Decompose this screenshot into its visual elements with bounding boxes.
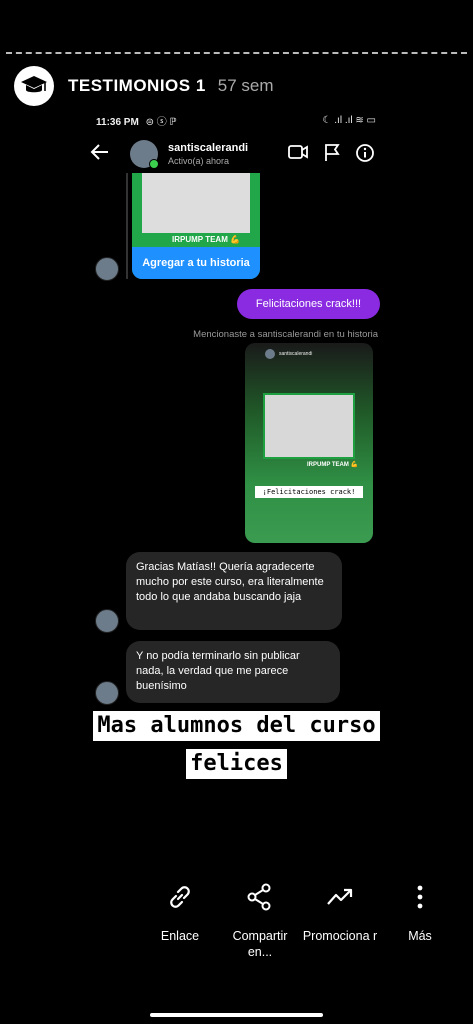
shared-story-user: santiscalerandi [279,351,313,357]
add-to-story-button[interactable]: Agregar a tu historia [132,247,260,279]
sender-avatar [95,609,119,633]
promote-label: Promociona r [302,929,378,943]
video-call-icon[interactable] [288,144,308,167]
story-time: 57 sem [217,76,274,95]
link-label: Enlace [160,929,200,943]
more-button[interactable]: Más [380,880,460,960]
received-message-bubble[interactable]: Gracias Matías!! Quería agradecerte much… [126,552,342,630]
story-actions-bar: Enlace Compartir en... Promociona r Más [140,880,460,960]
caption-line-2: felices [186,749,287,779]
share-icon [245,880,275,914]
team-label: IRPUMP TEAM 💪 [172,235,241,244]
online-indicator [149,159,159,169]
chat-username[interactable]: santiscalerandi [168,142,248,154]
flag-icon[interactable] [324,144,340,167]
story-caption: Mas alumnos del curso felices [0,711,473,779]
certificate-image [142,173,250,233]
home-indicator[interactable] [150,1013,323,1017]
story-title: TESTIMONIOS 1 [68,76,206,95]
shared-story-preview[interactable]: santiscalerandi IRPUMP TEAM 💪 ¡Felicitac… [245,343,373,543]
team-label: IRPUMP TEAM 💪 [307,462,359,468]
more-label: Más [408,929,432,943]
story-header: TESTIMONIOS 1 57 sem [14,66,274,106]
story-reply-rail [126,173,128,279]
back-arrow-icon[interactable] [90,143,116,165]
story-sticker-text: ¡Felicitaciones crack! [255,486,363,498]
caption-line-1: Mas alumnos del curso [93,711,380,741]
chat-header: santiscalerandi Activo(a) ahora [90,138,380,170]
trending-up-icon [325,880,355,914]
certificate-image [263,393,355,459]
link-icon [165,880,195,914]
phone-status-bar: 11:36 PM ⊜ ⓢ ℙ ☾ .ıl .ıl ≋ ▭ [96,112,376,128]
graduation-cap-icon[interactable] [14,66,54,106]
more-vertical-icon [415,880,425,914]
share-button[interactable]: Compartir en... [220,880,300,960]
share-label: Compartir en... [232,929,288,959]
promote-button[interactable]: Promociona r [300,880,380,960]
sent-message-bubble[interactable]: Felicitaciones crack!!! [237,289,380,319]
chat-status: Activo(a) ahora [168,156,230,166]
mention-note: Mencionaste a santiscalerandi en tu hist… [193,329,378,340]
chat-avatar[interactable] [130,140,159,169]
story-preview[interactable]: IRPUMP TEAM 💪 Agregar a tu historia [132,173,260,279]
system-icons: ☾ .ıl .ıl ≋ ▭ [322,114,376,126]
story-progress-bar [6,52,467,54]
sender-avatar [95,257,119,281]
received-message-bubble[interactable]: Y no podía terminarlo sin publicar nada,… [126,641,340,703]
shared-story-avatar [265,349,275,359]
link-button[interactable]: Enlace [140,880,220,960]
notification-icons: ⊜ ⓢ ℙ [145,116,177,128]
info-icon[interactable] [356,144,374,167]
sender-avatar [95,681,119,705]
phone-time: 11:36 PM [96,116,139,128]
